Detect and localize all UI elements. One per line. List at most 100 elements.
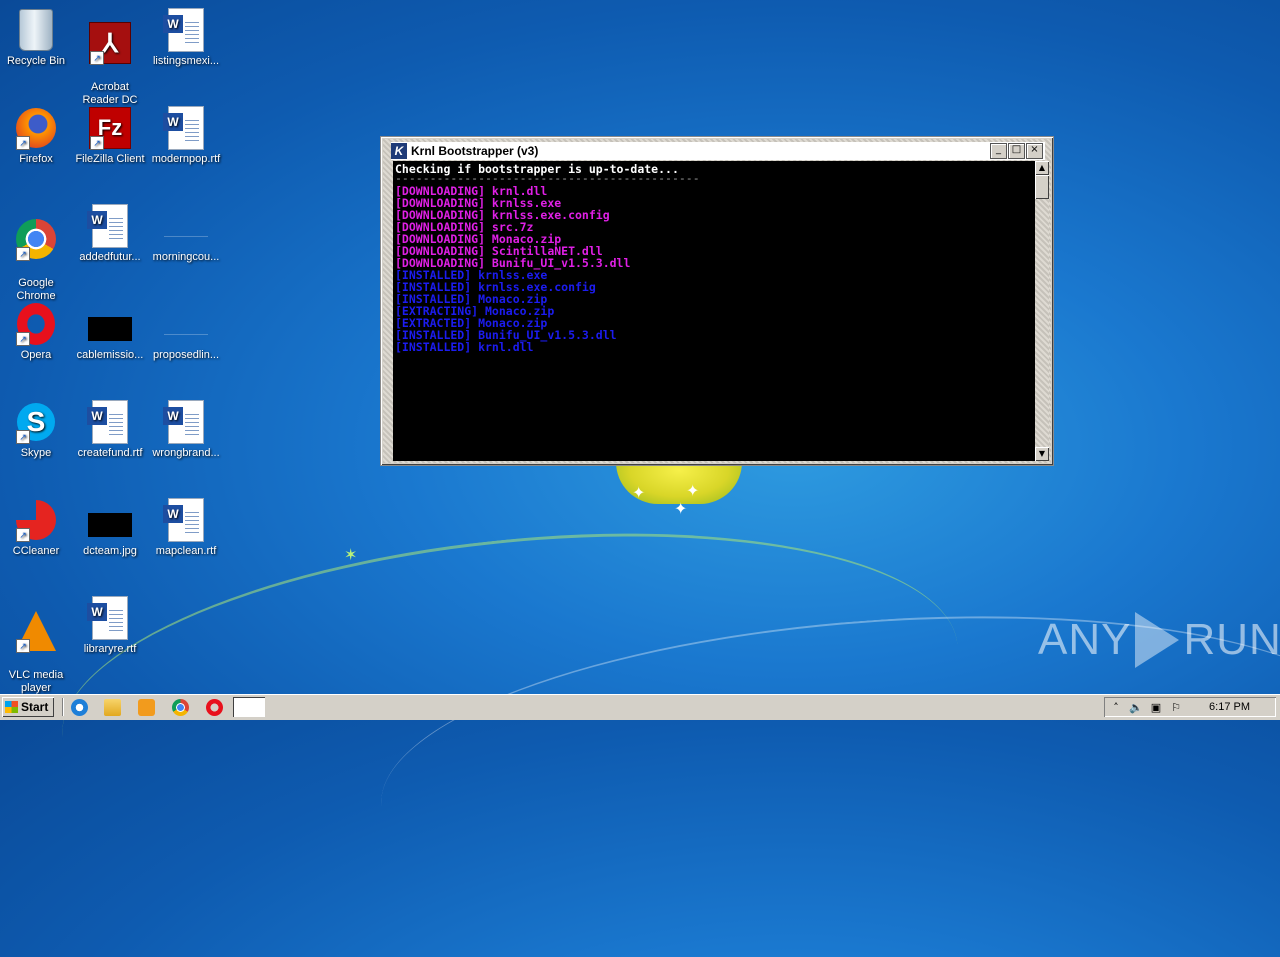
krnl-app-icon: K bbox=[391, 143, 407, 159]
desktop-icon-modernpop[interactable]: W modernpop.rtf bbox=[150, 106, 222, 166]
word-document-icon: W bbox=[163, 400, 208, 444]
image-file-icon bbox=[88, 498, 132, 542]
recycle-bin-icon bbox=[14, 8, 58, 52]
shortcut-arrow-icon: ↗ bbox=[16, 332, 30, 346]
taskbar: Start ˄ 🔈 ▣ ⚐ 6:17 PM bbox=[0, 694, 1280, 720]
chrome-icon[interactable] bbox=[172, 699, 189, 716]
vlc-icon: ↗ bbox=[14, 609, 58, 653]
image-file-icon bbox=[88, 302, 132, 346]
skype-icon: S ↗ bbox=[14, 400, 58, 444]
desktop-icon-addedfutur[interactable]: W addedfutur... bbox=[74, 204, 146, 264]
sparkle-icon: ✦ bbox=[632, 485, 646, 502]
firefox-icon: ↗ bbox=[14, 106, 58, 150]
shortcut-arrow-icon: ↗ bbox=[16, 430, 30, 444]
desktop-icon-label: Recycle Bin bbox=[6, 55, 66, 67]
desktop-icon-label: mapclean.rtf bbox=[155, 545, 217, 557]
shortcut-arrow-icon: ↗ bbox=[16, 528, 30, 542]
desktop-icon-skype[interactable]: S ↗ Skype bbox=[0, 400, 72, 460]
desktop-icon-label: morningcou... bbox=[152, 251, 220, 263]
shortcut-arrow-icon: ↗ bbox=[16, 639, 30, 653]
system-tray: ˄ 🔈 ▣ ⚐ 6:17 PM bbox=[1104, 697, 1276, 717]
shortcut-arrow-icon: ↗ bbox=[16, 247, 30, 261]
desktop-icon-mapclean[interactable]: W mapclean.rtf bbox=[150, 498, 222, 558]
taskbar-window-button[interactable] bbox=[233, 697, 265, 717]
desktop-icon-label: Firefox bbox=[19, 153, 53, 165]
play-icon bbox=[1135, 612, 1180, 668]
sparkle-icon: ✦ bbox=[686, 483, 700, 500]
desktop-icon-label: addedfutur... bbox=[79, 251, 141, 263]
desktop-icon-wrongbrand[interactable]: W wrongbrand... bbox=[150, 400, 222, 460]
desktop-icon-label: Acrobat Reader DC bbox=[82, 81, 138, 106]
close-button[interactable]: × bbox=[1026, 143, 1043, 159]
word-document-icon: W bbox=[87, 400, 132, 444]
desktop-icon-label: Opera bbox=[20, 349, 52, 361]
clock[interactable]: 6:17 PM bbox=[1209, 701, 1250, 713]
krnl-bootstrapper-window[interactable]: K Krnl Bootstrapper (v3) _ □ × Checking … bbox=[380, 136, 1054, 466]
shortcut-arrow-icon: ↗ bbox=[16, 136, 30, 150]
desktop-icon-label: proposedlin... bbox=[152, 349, 220, 361]
media-player-icon[interactable] bbox=[138, 699, 155, 716]
folder-icon[interactable] bbox=[104, 699, 121, 716]
desktop-icon-filezilla[interactable]: Fz ↗ FileZilla Client bbox=[74, 106, 146, 166]
desktop-icon-listingsmexi[interactable]: W listingsmexi... bbox=[150, 8, 222, 68]
desktop-icon-firefox[interactable]: ↗ Firefox bbox=[0, 106, 72, 166]
desktop-icon-label: CCleaner bbox=[12, 545, 60, 557]
shortcut-arrow-icon: ↗ bbox=[90, 136, 104, 150]
watermark-text-left: ANY bbox=[1038, 615, 1132, 664]
flag-icon[interactable]: ⚐ bbox=[1168, 701, 1184, 714]
chrome-icon: ↗ bbox=[14, 217, 58, 261]
desktop-icon-createfund[interactable]: W createfund.rtf bbox=[74, 400, 146, 460]
opera-icon: ↗ bbox=[14, 302, 58, 346]
word-document-icon: W bbox=[163, 106, 208, 150]
desktop-icon-label: VLC media player bbox=[8, 669, 64, 694]
desktop-icon-cablemissio[interactable]: cablemissio... bbox=[74, 302, 146, 362]
console-output[interactable]: Checking if bootstrapper is up-to-date..… bbox=[393, 161, 1035, 461]
start-button[interactable]: Start bbox=[2, 697, 54, 717]
desktop-icon-opera[interactable]: ↗ Opera bbox=[0, 302, 72, 362]
anyrun-watermark: ANY RUN bbox=[1038, 612, 1280, 668]
acrobat-icon: ⅄ ↗ bbox=[88, 21, 132, 65]
word-document-icon: W bbox=[87, 204, 132, 248]
desktop-icon-label: createfund.rtf bbox=[77, 447, 143, 459]
scroll-up-arrow-icon[interactable]: ▲ bbox=[1035, 161, 1049, 175]
internet-explorer-icon[interactable] bbox=[71, 699, 88, 716]
maximize-button[interactable]: □ bbox=[1008, 143, 1025, 159]
minimize-button[interactable]: _ bbox=[990, 143, 1007, 159]
desktop-icon-label: Google Chrome bbox=[16, 277, 56, 302]
desktop-icon-dcteam[interactable]: dcteam.jpg bbox=[74, 498, 146, 558]
desktop-icon-chrome[interactable]: ↗ Google Chrome bbox=[0, 204, 72, 316]
desktop-icon-label: wrongbrand... bbox=[152, 447, 220, 459]
start-label: Start bbox=[21, 700, 49, 714]
vertical-scrollbar[interactable]: ▲ ▼ bbox=[1035, 161, 1049, 461]
desktop-icon-morningcou[interactable]: morningcou... bbox=[150, 204, 222, 264]
window-titlebar[interactable]: K Krnl Bootstrapper (v3) _ □ × bbox=[391, 142, 1045, 160]
blank-file-icon bbox=[164, 204, 208, 248]
window-controls: _ □ × bbox=[990, 143, 1043, 159]
expand-tray-icon[interactable]: ˄ bbox=[1108, 701, 1124, 714]
desktop-icon-label: FileZilla Client bbox=[75, 153, 145, 165]
volume-icon[interactable]: 🔈 bbox=[1128, 701, 1144, 714]
network-icon[interactable]: ▣ bbox=[1148, 701, 1164, 714]
desktop-icon-ccleaner[interactable]: ↗ CCleaner bbox=[0, 498, 72, 558]
desktop-icon-label: cablemissio... bbox=[76, 349, 144, 361]
desktop-icon-vlc[interactable]: ↗ VLC media player bbox=[0, 596, 72, 708]
desktop-icon-label: dcteam.jpg bbox=[83, 545, 137, 557]
word-document-icon: W bbox=[163, 8, 208, 52]
desktop-icon-acrobat[interactable]: ⅄ ↗ Acrobat Reader DC bbox=[74, 8, 146, 120]
windows-logo-icon bbox=[5, 701, 18, 713]
scroll-thumb[interactable] bbox=[1035, 175, 1049, 199]
scroll-down-arrow-icon[interactable]: ▼ bbox=[1035, 447, 1049, 461]
opera-icon[interactable] bbox=[206, 699, 223, 716]
desktop-icon-label: libraryre.rtf bbox=[83, 643, 137, 655]
blank-file-icon bbox=[164, 302, 208, 346]
sparkle-icon: ✦ bbox=[674, 501, 688, 518]
desktop-icon-recycle-bin[interactable]: Recycle Bin bbox=[0, 8, 72, 68]
ccleaner-icon: ↗ bbox=[14, 498, 58, 542]
word-document-icon: W bbox=[163, 498, 208, 542]
window-title: Krnl Bootstrapper (v3) bbox=[411, 144, 539, 158]
desktop-icon-libraryre[interactable]: W libraryre.rtf bbox=[74, 596, 146, 656]
watermark-text-right: RUN bbox=[1183, 615, 1280, 664]
desktop-icon-proposedlin[interactable]: proposedlin... bbox=[150, 302, 222, 362]
console-lines: Checking if bootstrapper is up-to-date..… bbox=[393, 161, 1035, 353]
console-line: [INSTALLED] krnl.dll bbox=[395, 340, 534, 354]
